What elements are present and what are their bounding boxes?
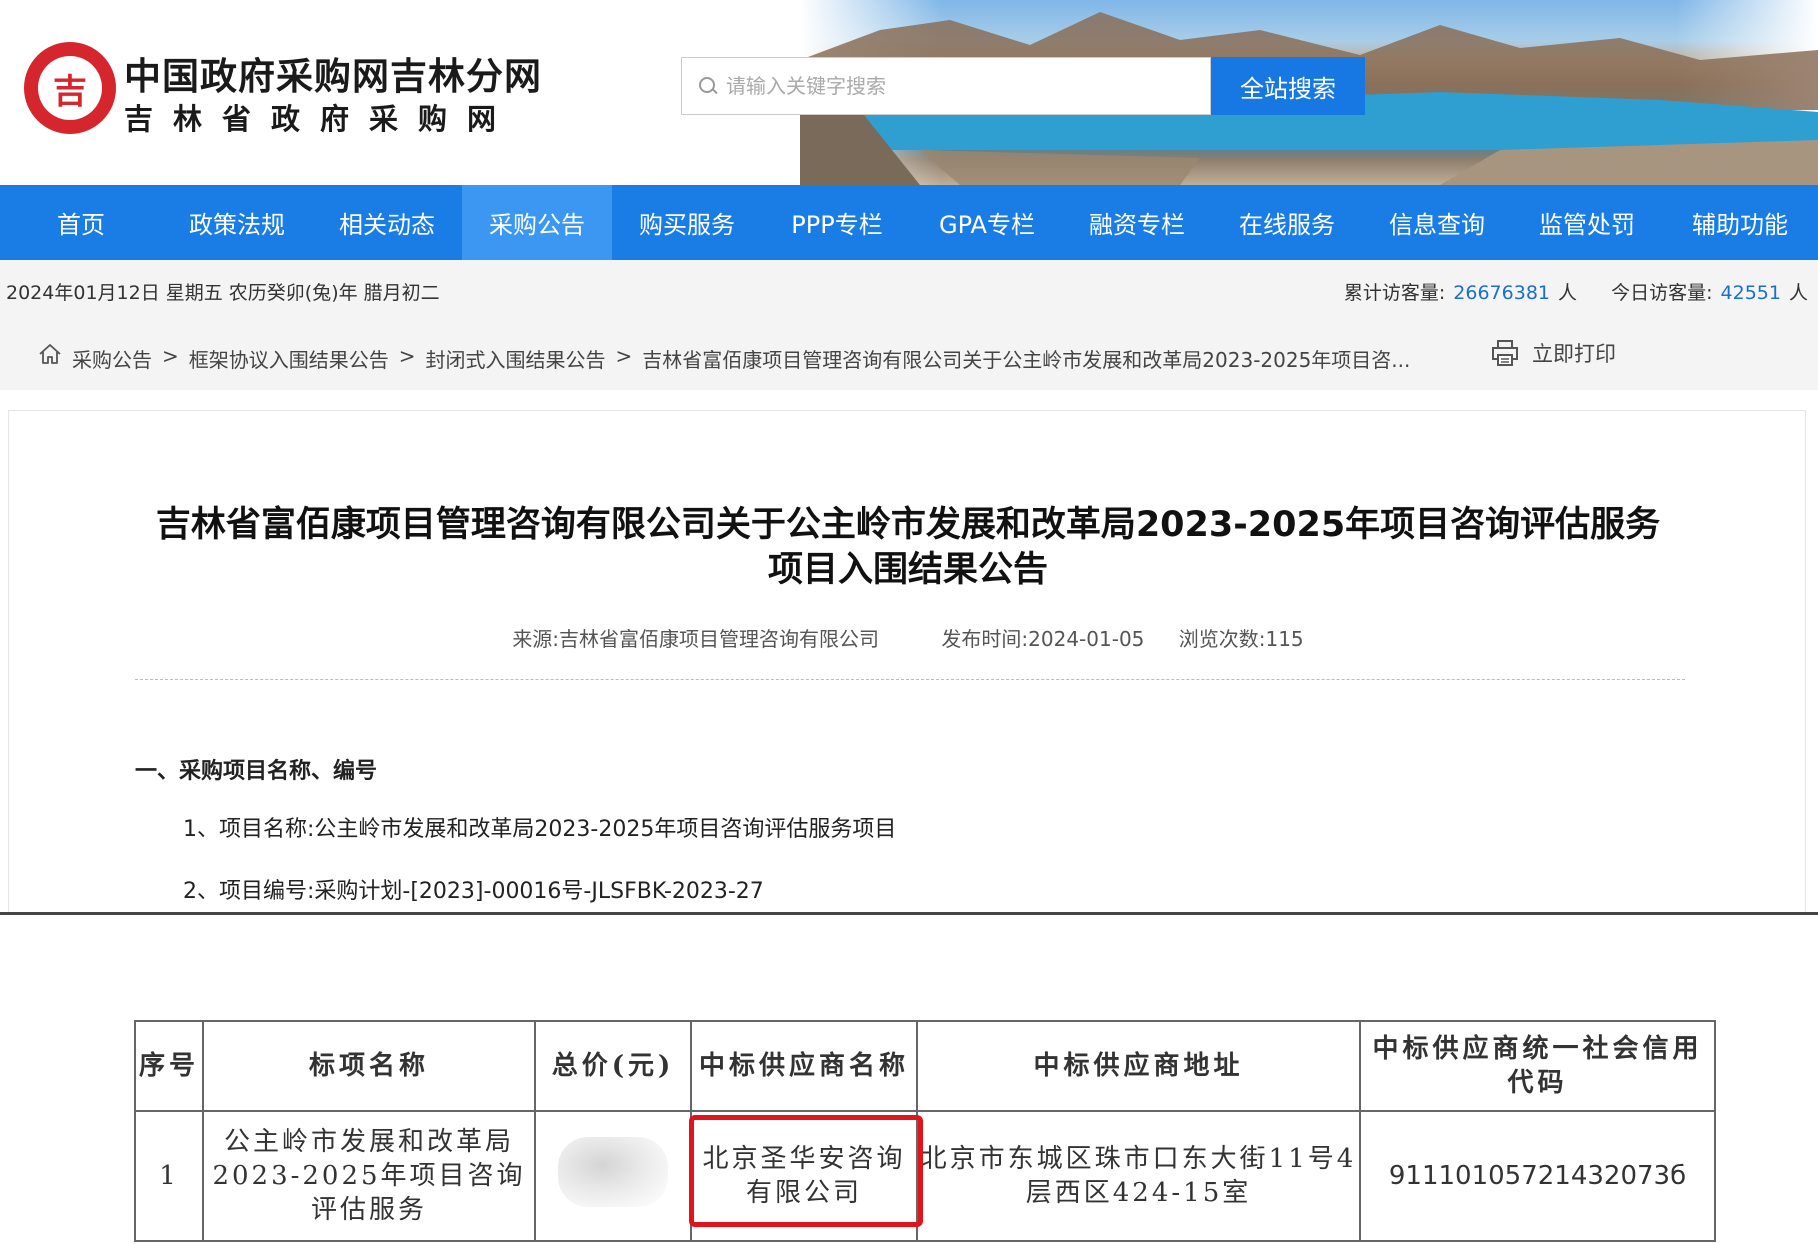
article-title-line2: 项目入围结果公告 [767,550,1048,590]
project-name: 1、项目名称:公主岭市发展和改革局2023-2025年项目咨询评估服务项目 [183,817,897,842]
breadcrumb-separator: > [398,344,416,368]
total-visits-label: 累计访客量: [1343,282,1446,304]
info-bar: 2024年01月12日 星期五 农历癸卯(兔)年 腊月初二 累计访客量: 2667… [0,260,1818,320]
cell-total-price-blurred [534,1110,692,1242]
printer-icon [1492,340,1518,366]
today-visits-label: 今日访客量: [1611,282,1713,304]
col-header-index: 序号 [134,1020,204,1112]
article-card: 吉林省富佰康项目管理咨询有限公司关于公主岭市发展和改革局2023-2025年项目… [8,410,1806,912]
article-publish-time: 发布时间:2024-01-05 [941,627,1145,651]
col-header-total-price: 总价(元) [534,1020,692,1112]
result-table-section: 序号 标项名称 总价(元) 中标供应商名称 中标供应商地址 中标供应商统一社会信… [0,915,1818,1244]
table-header-row: 序号 标项名称 总价(元) 中标供应商名称 中标供应商地址 中标供应商统一社会信… [134,1020,1716,1112]
article-source: 来源:吉林省富佰康项目管理咨询有限公司 [512,627,880,651]
today-visits-value: 42551 [1720,282,1781,304]
breadcrumb-separator: > [162,344,179,368]
nav-home[interactable]: 首页 [0,185,162,260]
meta-divider [135,679,1685,680]
breadcrumb-bar: 采购公告 > 框架协议入围结果公告 > 封闭式入围结果公告 > 吉林省富佰康项目管理咨… [0,320,1818,390]
breadcrumb: 采购公告 > 框架协议入围结果公告 > 封闭式入围结果公告 > 吉林省富佰康项目管理咨… [72,344,1410,373]
home-icon[interactable] [38,342,62,366]
nav-ppp[interactable]: PPP专栏 [762,185,912,260]
col-header-item-name: 标项名称 [202,1020,536,1112]
cell-index: 1 [134,1110,204,1242]
breadcrumb-item-framework-result[interactable]: 框架协议入围结果公告 [189,344,389,373]
main-nav: 首页 政策法规 相关动态 采购公告 购买服务 PPP专栏 GPA专栏 融资专栏 … [0,185,1818,260]
section-heading-project: 一、采购项目名称、编号 [135,759,378,784]
print-label: 立即打印 [1532,342,1616,366]
nav-gpa[interactable]: GPA专栏 [912,185,1062,260]
cell-credit-code: 91110105721432073б [1359,1110,1716,1242]
result-table: 序号 标项名称 总价(元) 中标供应商名称 中标供应商地址 中标供应商统一社会信… [134,1020,1716,1242]
blurred-price-mask [558,1136,668,1207]
site-subtitle: 吉林省政府采购网 [124,102,517,136]
total-visits-unit: 人 [1558,282,1578,304]
breadcrumb-item-current: 吉林省富佰康项目管理咨询有限公司关于公主岭市发展和改革局2023-2025年项目… [642,348,1411,372]
breadcrumb-item-procurement-notice[interactable]: 采购公告 [72,344,152,373]
nav-aux-functions[interactable]: 辅助功能 [1662,185,1818,260]
nav-purchase-service[interactable]: 购买服务 [612,185,762,260]
visitor-counter: 累计访客量: 26676381 人 今日访客量: 42551 人 [1344,278,1808,305]
print-button[interactable]: 立即打印 [1490,338,1616,368]
cell-supplier-address: 北京市东城区珠市口东大街11号4层西区424-15室 [916,1110,1361,1242]
site-search-button[interactable]: 全站搜索 [1211,57,1365,115]
col-header-supplier-address: 中标供应商地址 [916,1020,1361,1112]
breadcrumb-item-closed-result[interactable]: 封闭式入围结果公告 [426,344,606,373]
nav-supervision[interactable]: 监管处罚 [1512,185,1662,260]
nav-policy[interactable]: 政策法规 [162,185,312,260]
nav-procurement-notice[interactable]: 采购公告 [462,185,612,260]
site-title: 中国政府采购网吉林分网 [124,55,542,98]
article-title-line1: 吉林省富佰康项目管理咨询有限公司关于公主岭市发展和改革局2023-2025年项目… [155,505,1661,545]
nav-online-service[interactable]: 在线服务 [1212,185,1362,260]
nav-financing[interactable]: 融资专栏 [1062,185,1212,260]
nav-info-query[interactable]: 信息查询 [1362,185,1512,260]
cell-item-name: 公主岭市发展和改革局2023-2025年项目咨询评估服务 [202,1110,536,1242]
today-visits-unit: 人 [1788,282,1808,304]
col-header-credit-code: 中标供应商统一社会信用代码 [1359,1020,1716,1112]
project-number: 2、项目编号:采购计划-[2023]-00016号-JLSFBK-2023-27 [183,879,764,904]
col-header-supplier-name: 中标供应商名称 [690,1020,918,1112]
article-meta: 来源:吉林省富佰康项目管理咨询有限公司 发布时间:2024-01-05 浏览次数… [9,623,1805,652]
site-header: 吉 中国政府采购网吉林分网 吉林省政府采购网 全站搜索 [0,0,1818,185]
logo-emblem: 吉 [38,56,102,120]
breadcrumb-separator: > [615,344,633,368]
site-logo[interactable]: 吉 [24,42,116,134]
search-box [681,57,1211,115]
article-title: 吉林省富佰康项目管理咨询有限公司关于公主岭市发展和改革局2023-2025年项目… [9,503,1805,593]
supplier-highlight-box [689,1115,923,1227]
total-visits-value: 26676381 [1453,282,1551,304]
article-views: 浏览次数:115 [1178,627,1304,651]
search-icon [698,76,718,96]
current-date: 2024年01月12日 星期五 农历癸卯(兔)年 腊月初二 [6,282,440,304]
nav-news[interactable]: 相关动态 [312,185,462,260]
search-input[interactable] [726,74,1186,98]
table-row: 1 公主岭市发展和改革局2023-2025年项目咨询评估服务 北京圣华安咨询有限… [134,1110,1716,1242]
